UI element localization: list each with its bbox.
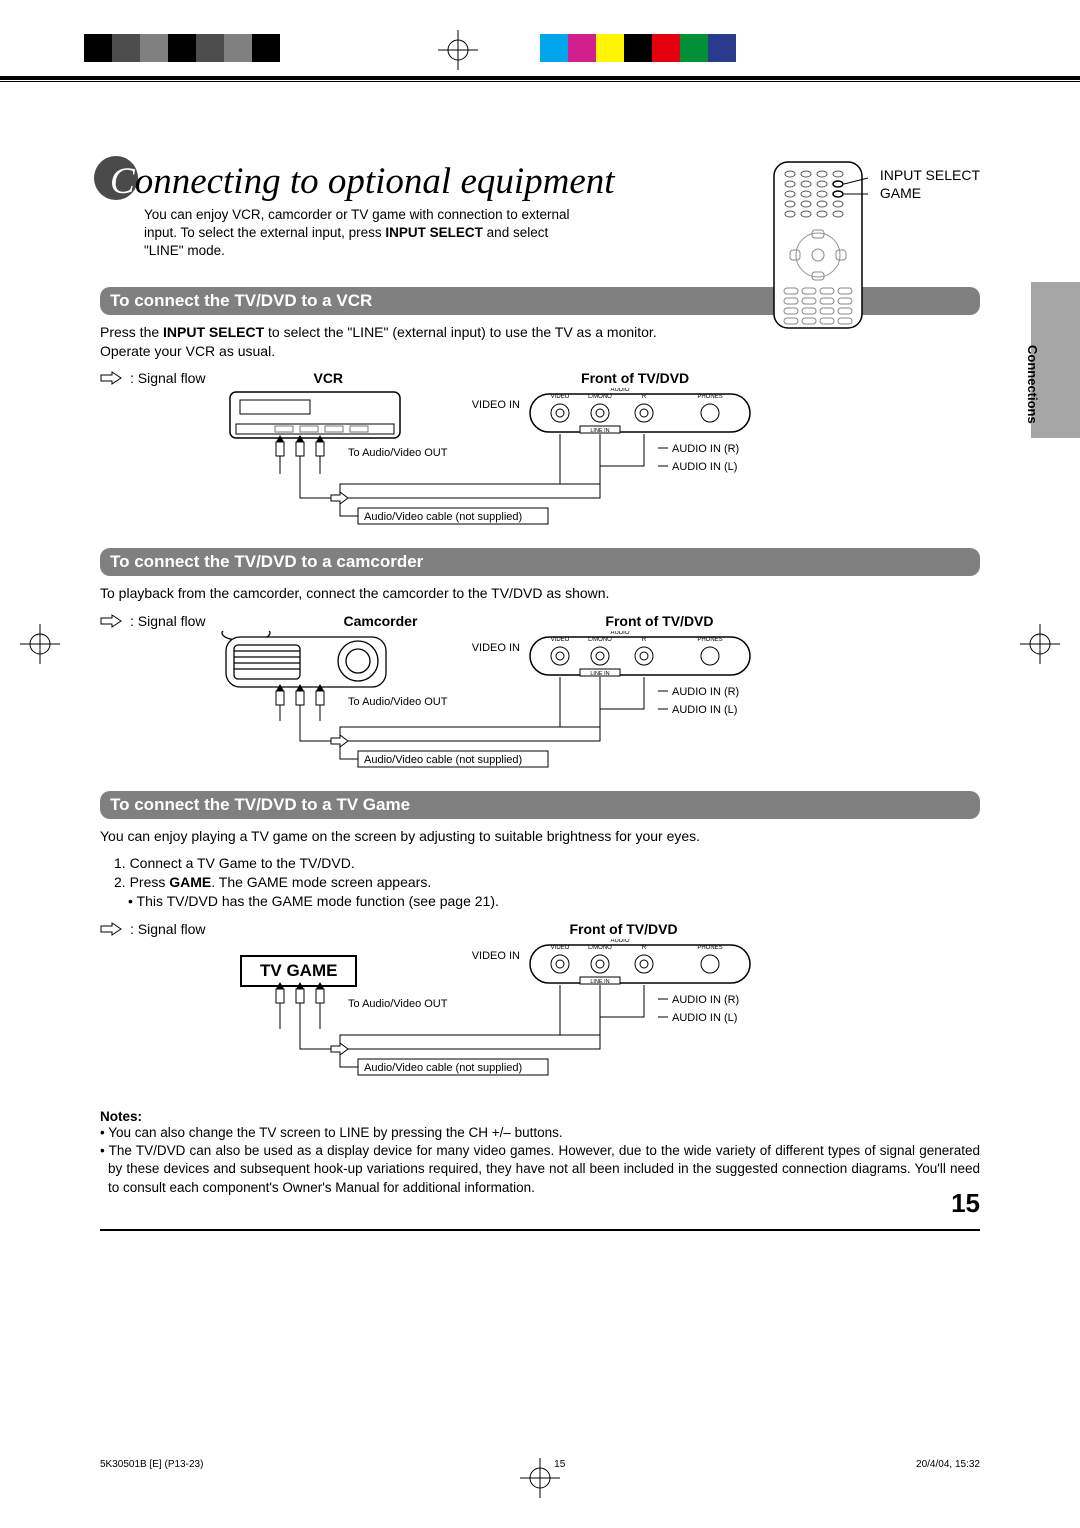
svg-text:AUDIO IN (R): AUDIO IN (R) [672, 443, 739, 455]
section-tab-connections: Connections [1025, 345, 1040, 424]
registration-mark-bottom [520, 1458, 560, 1498]
notes-list: You can also change the TV screen to LIN… [100, 1124, 980, 1197]
svg-text:AUDIO IN (L): AUDIO IN (L) [672, 1012, 737, 1024]
signal-flow-label: : Signal flow [130, 613, 205, 629]
panel-label-camcorder: Front of TV/DVD [605, 613, 713, 629]
svg-text:AUDIO: AUDIO [610, 939, 629, 944]
svg-text:L/MONO: L/MONO [588, 637, 612, 643]
section-heading-tvgame: To connect the TV/DVD to a TV Game [100, 791, 980, 819]
svg-text:R: R [642, 637, 647, 643]
camcorder-text: To playback from the camcorder, connect … [100, 584, 980, 603]
note-item: The TV/DVD can also be used as a display… [100, 1142, 980, 1197]
panel-label-tvgame: Front of TV/DVD [569, 921, 677, 937]
intro-text: You can enjoy VCR, camcorder or TV game … [144, 206, 584, 261]
page-number: 15 [951, 1188, 980, 1219]
arrow-icon [100, 371, 122, 385]
remote-icon [768, 160, 868, 330]
page-bottom-rule [100, 1229, 980, 1231]
svg-text:LINE IN: LINE IN [590, 979, 609, 985]
tvgame-intro: You can enjoy playing a TV game on the s… [100, 827, 980, 846]
svg-text:R: R [642, 394, 647, 400]
diagram-vcr: VIDEO L/MONO AUDIO R PHONES LINE IN VIDE… [100, 388, 980, 538]
page-title: Connecting to optional equipment [110, 160, 615, 203]
tvgame-steps: 1. Connect a TV Game to the TV/DVD. 2. P… [114, 854, 980, 911]
svg-text:VIDEO IN: VIDEO IN [472, 950, 520, 962]
intro-bold: INPUT SELECT [385, 225, 483, 240]
diagram-tvgame: TV GAME VIDEO L/MONO AUDIO R PHONES LINE… [100, 939, 980, 1099]
svg-text:AUDIO IN (L): AUDIO IN (L) [672, 461, 737, 473]
svg-text:AUDIO IN (R): AUDIO IN (R) [672, 686, 739, 698]
footer-left: 5K30501B [E] (P13-23) [100, 1459, 203, 1470]
svg-text:LINE IN: LINE IN [590, 671, 609, 677]
svg-text:PHONES: PHONES [697, 637, 722, 643]
svg-text:To Audio/Video OUT: To Audio/Video OUT [348, 696, 448, 708]
remote-label-game: GAME [880, 184, 980, 202]
svg-text:To Audio/Video OUT: To Audio/Video OUT [348, 998, 448, 1010]
svg-text:To Audio/Video OUT: To Audio/Video OUT [348, 447, 448, 459]
signal-flow-legend-vcr: : Signal flow VCR Front of TV/DVD [100, 370, 980, 386]
header-rule [0, 76, 1080, 81]
svg-text:LINE IN: LINE IN [590, 428, 609, 434]
diagram-camcorder: VIDEO L/MONO AUDIO R PHONES LINE IN VIDE… [100, 631, 980, 781]
page-content: Connecting to optional equipment You can… [100, 160, 980, 1197]
svg-text:L/MONO: L/MONO [588, 394, 612, 400]
print-color-bar-left [84, 34, 280, 62]
signal-flow-label: : Signal flow [130, 370, 205, 386]
svg-text:AUDIO: AUDIO [610, 388, 629, 393]
svg-text:VIDEO: VIDEO [551, 394, 570, 400]
svg-text:AUDIO IN (L): AUDIO IN (L) [672, 704, 737, 716]
footer-right: 20/4/04, 15:32 [916, 1459, 980, 1470]
note-item: You can also change the TV screen to LIN… [100, 1124, 980, 1142]
print-color-bar-right [540, 34, 736, 62]
signal-flow-legend-camcorder: : Signal flow Camcorder Front of TV/DVD [100, 613, 980, 629]
svg-text:VIDEO: VIDEO [551, 945, 570, 951]
svg-text:VIDEO IN: VIDEO IN [472, 399, 520, 411]
signal-flow-label: : Signal flow [130, 921, 205, 937]
svg-text:PHONES: PHONES [697, 394, 722, 400]
svg-text:PHONES: PHONES [697, 945, 722, 951]
arrow-icon [100, 614, 122, 628]
svg-text:VIDEO: VIDEO [551, 637, 570, 643]
svg-text:VIDEO IN: VIDEO IN [472, 642, 520, 654]
registration-mark-top [438, 30, 478, 70]
remote-labels: INPUT SELECT GAME [880, 166, 980, 202]
device-label-vcr: VCR [313, 370, 343, 386]
svg-text:R: R [642, 945, 647, 951]
svg-text:L/MONO: L/MONO [588, 945, 612, 951]
svg-text:Audio/Video cable (not supplie: Audio/Video cable (not supplied) [364, 1062, 522, 1074]
notes-heading: Notes: [100, 1109, 980, 1124]
signal-flow-legend-tvgame: : Signal flow Front of TV/DVD [100, 921, 980, 937]
svg-text:AUDIO IN (R): AUDIO IN (R) [672, 994, 739, 1006]
device-label-camcorder: Camcorder [343, 613, 417, 629]
svg-text:Audio/Video cable (not supplie: Audio/Video cable (not supplied) [364, 511, 522, 523]
panel-label-vcr: Front of TV/DVD [581, 370, 689, 386]
registration-mark-left [20, 624, 60, 664]
remote-illustration: INPUT SELECT GAME [768, 160, 980, 330]
arrow-icon [100, 922, 122, 936]
svg-text:Audio/Video cable (not supplie: Audio/Video cable (not supplied) [364, 754, 522, 766]
registration-mark-right [1020, 624, 1060, 664]
svg-text:AUDIO: AUDIO [610, 631, 629, 636]
remote-label-input-select: INPUT SELECT [880, 166, 980, 184]
section-heading-camcorder: To connect the TV/DVD to a camcorder [100, 548, 980, 576]
